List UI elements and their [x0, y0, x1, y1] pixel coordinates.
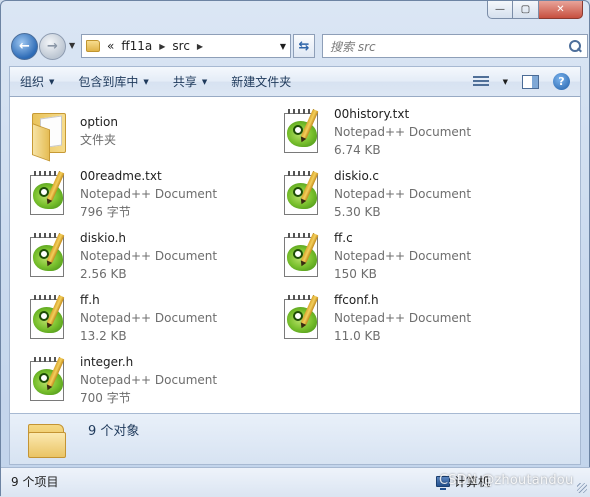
file-type: Notepad++ Document [80, 373, 218, 387]
toolbar-right-group: ▼ ? [472, 73, 570, 90]
chevron-down-icon: ▼ [49, 77, 55, 86]
new-folder-label: 新建文件夹 [231, 75, 292, 89]
file-name: 00readme.txt [80, 169, 162, 183]
file-item-diskio-c[interactable]: diskio.c Notepad++ Document 5.30 KB [264, 165, 524, 221]
file-size: 796 字节 [80, 205, 131, 219]
file-type: Notepad++ Document [80, 311, 218, 325]
explorer-window: — ▢ ✕ ← → ▼ « ff11a ▶ src ▶ ▼ ⇆ 搜索 src 组… [0, 0, 590, 497]
breadcrumb-overflow[interactable]: « [107, 39, 114, 53]
address-bar[interactable]: « ff11a ▶ src ▶ ▼ [81, 34, 291, 58]
caption-buttons: — ▢ ✕ [487, 1, 583, 19]
breadcrumb-src[interactable]: src [172, 39, 190, 53]
search-icon[interactable] [569, 40, 581, 52]
file-item-00history[interactable]: 00history.txt Notepad++ Document 6.74 KB [264, 103, 524, 159]
file-name: diskio.h [80, 231, 127, 245]
share-label: 共享 [172, 75, 197, 89]
file-item-ff-h[interactable]: ff.h Notepad++ Document 13.2 KB [10, 289, 270, 345]
chevron-down-icon: ▼ [201, 77, 208, 86]
share-button[interactable]: 共享 ▼ [173, 73, 207, 90]
recent-pages-dropdown[interactable]: ▼ [69, 41, 75, 50]
folder-icon [86, 40, 100, 52]
file-size: 150 KB [334, 267, 377, 281]
file-type: Notepad++ Document [334, 249, 472, 263]
notepadpp-icon [30, 233, 72, 279]
file-size: 6.74 KB [334, 143, 381, 157]
close-button[interactable]: ✕ [539, 1, 583, 19]
file-type: Notepad++ Document [334, 311, 472, 325]
maximize-button[interactable]: ▢ [513, 1, 539, 19]
notepadpp-icon [30, 295, 72, 341]
details-pane: 9 个对象 [9, 413, 581, 465]
file-name: diskio.c [334, 169, 380, 183]
notepadpp-icon [284, 295, 326, 341]
file-name: option [80, 115, 118, 129]
include-in-library-label: 包含到库中 [78, 75, 139, 89]
file-type: 文件夹 [80, 133, 117, 147]
file-item-00readme[interactable]: 00readme.txt Notepad++ Document 796 字节 [10, 165, 270, 221]
view-options-dropdown-icon[interactable]: ▼ [503, 78, 508, 86]
notepadpp-icon [30, 357, 72, 403]
notepadpp-icon [30, 171, 72, 217]
change-view-icon[interactable] [472, 75, 489, 88]
new-folder-button[interactable]: 新建文件夹 [231, 73, 291, 90]
organize-button[interactable]: 组织 ▼ [20, 73, 54, 90]
breadcrumb-ff11a[interactable]: ff11a [121, 39, 152, 53]
file-name: ffconf.h [334, 293, 379, 307]
file-item-diskio-h[interactable]: diskio.h Notepad++ Document 2.56 KB [10, 227, 270, 283]
back-arrow-icon: ← [19, 39, 30, 54]
notepadpp-icon [284, 233, 326, 279]
minimize-button[interactable]: — [487, 1, 513, 19]
file-list: option 文件夹 00history.txt Notepad++ Documen… [9, 97, 581, 413]
chevron-right-icon[interactable]: ▶ [159, 42, 165, 51]
refresh-button[interactable]: ⇆ [293, 34, 315, 58]
command-bar: 组织 ▼ 包含到库中 ▼ 共享 ▼ 新建文件夹 ▼ ? [9, 66, 581, 97]
file-size: 5.30 KB [334, 205, 381, 219]
watermark: CSDN @zhoutandou [439, 473, 574, 488]
file-size: 13.2 KB [80, 329, 127, 343]
file-item-ffconf-h[interactable]: ffconf.h Notepad++ Document 11.0 KB [264, 289, 524, 345]
file-item-integer-h[interactable]: integer.h Notepad++ Document 700 字节 [10, 351, 270, 407]
file-type: Notepad++ Document [334, 187, 472, 201]
resize-grip[interactable] [577, 483, 587, 493]
breadcrumb: « ff11a ▶ src ▶ [86, 39, 203, 53]
include-in-library-button[interactable]: 包含到库中 ▼ [78, 73, 148, 90]
back-button[interactable]: ← [11, 33, 38, 60]
organize-label: 组织 [20, 75, 45, 89]
file-name: 00history.txt [334, 107, 410, 121]
file-item-ff-c[interactable]: ff.c Notepad++ Document 150 KB [264, 227, 524, 283]
object-count: 9 个对象 [88, 424, 140, 439]
file-type: Notepad++ Document [80, 187, 218, 201]
search-placeholder: 搜索 src [330, 39, 376, 54]
navigation-bar: ← → ▼ « ff11a ▶ src ▶ ▼ ⇆ 搜索 src [9, 31, 588, 61]
preview-pane-icon[interactable] [522, 74, 539, 89]
file-item-option[interactable]: option 文件夹 [10, 103, 270, 162]
forward-button[interactable]: → [39, 33, 66, 60]
address-dropdown-icon[interactable]: ▼ [280, 42, 286, 51]
folder-icon [28, 420, 70, 462]
folder-icon [30, 109, 72, 162]
file-name: integer.h [80, 355, 134, 369]
item-count: 9 个项目 [11, 475, 59, 489]
chevron-down-icon: ▼ [143, 77, 149, 86]
file-size: 2.56 KB [80, 267, 127, 281]
notepadpp-icon [284, 109, 326, 155]
help-icon[interactable]: ? [553, 73, 570, 90]
notepadpp-icon [284, 171, 326, 217]
file-name: ff.c [334, 231, 353, 245]
search-input[interactable]: 搜索 src [322, 34, 588, 58]
file-name: ff.h [80, 293, 100, 307]
file-type: Notepad++ Document [80, 249, 218, 263]
file-size: 11.0 KB [334, 329, 381, 343]
refresh-icon: ⇆ [298, 38, 310, 54]
chevron-right-icon[interactable]: ▶ [197, 42, 203, 51]
file-type: Notepad++ Document [334, 125, 472, 139]
forward-arrow-icon: → [47, 39, 58, 54]
file-size: 700 字节 [80, 391, 131, 405]
